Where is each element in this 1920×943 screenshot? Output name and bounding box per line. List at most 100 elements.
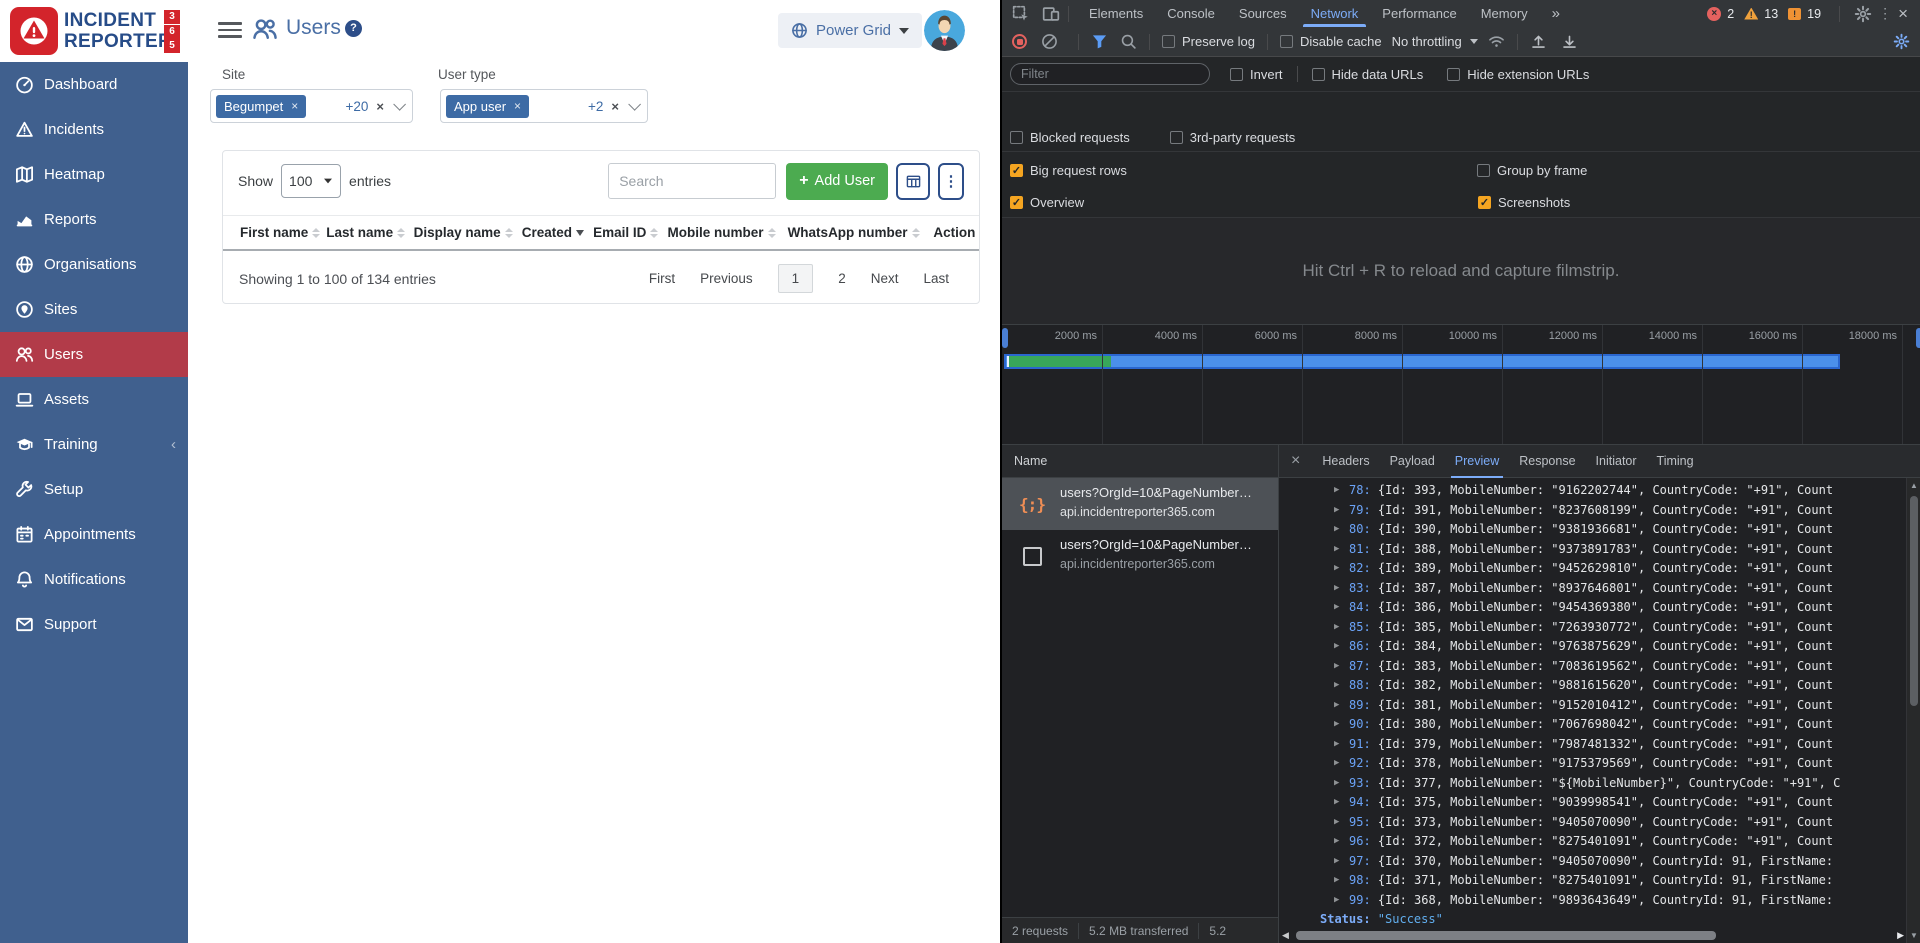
- page-2[interactable]: 2: [838, 271, 846, 286]
- sidebar-item-users[interactable]: Users: [0, 332, 188, 377]
- sidebar-item-setup[interactable]: Setup: [0, 467, 188, 512]
- expand-triangle-icon[interactable]: ▶: [1334, 481, 1339, 501]
- error-icon[interactable]: ×: [1707, 7, 1721, 21]
- export-har-icon[interactable]: [1561, 33, 1578, 50]
- sidebar-item-heatmap[interactable]: Heatmap: [0, 152, 188, 197]
- expand-triangle-icon[interactable]: ▶: [1334, 774, 1339, 794]
- org-selector-button[interactable]: Power Grid: [778, 13, 922, 48]
- usertype-clear-icon[interactable]: ×: [611, 99, 619, 114]
- kebab-menu-icon[interactable]: ⋮: [1878, 5, 1888, 23]
- column-header-email-id[interactable]: Email ID: [593, 225, 667, 240]
- network-filter-input[interactable]: [1010, 63, 1210, 85]
- expand-triangle-icon[interactable]: ▶: [1334, 696, 1339, 716]
- app-logo[interactable]: INCIDENT REPORTER 365: [0, 0, 188, 62]
- expand-triangle-icon[interactable]: ▶: [1334, 754, 1339, 774]
- checkbox[interactable]: [1170, 131, 1183, 144]
- expand-triangle-icon[interactable]: ▶: [1334, 559, 1339, 579]
- avatar[interactable]: [924, 10, 965, 51]
- big-request-rows-checkbox[interactable]: ✓Big request rows: [1010, 163, 1127, 178]
- usertype-filter-select[interactable]: App user× +2 ×: [440, 89, 648, 123]
- request-row[interactable]: users?OrgId=10&PageNumber…api.incidentre…: [1002, 530, 1278, 582]
- record-network-log-icon[interactable]: [1012, 34, 1027, 49]
- checkbox[interactable]: [1280, 35, 1293, 48]
- warning-icon[interactable]: !: [1744, 8, 1758, 20]
- detail-tab-timing[interactable]: Timing: [1647, 445, 1704, 478]
- checkbox[interactable]: [1312, 68, 1325, 81]
- site-clear-icon[interactable]: ×: [376, 99, 384, 114]
- devtools-tab-network[interactable]: Network: [1299, 0, 1371, 27]
- detail-tab-preview[interactable]: Preview: [1445, 445, 1509, 478]
- column-header-first-name[interactable]: First name: [240, 225, 326, 240]
- name-column-header[interactable]: Name: [1002, 445, 1279, 477]
- expand-triangle-icon[interactable]: ▶: [1334, 520, 1339, 540]
- json-array-item[interactable]: ▶79: {Id: 391, MobileNumber: "8237608199…: [1279, 501, 1906, 521]
- detail-tab-headers[interactable]: Headers: [1312, 445, 1379, 478]
- usertype-chip[interactable]: App user×: [446, 95, 529, 118]
- sidebar-item-training[interactable]: Training‹: [0, 422, 188, 467]
- hide-extension-urls-checkbox[interactable]: Hide extension URLs: [1447, 67, 1589, 82]
- expand-triangle-icon[interactable]: ▶: [1334, 501, 1339, 521]
- overview-left-handle[interactable]: [1002, 328, 1008, 348]
- page-first[interactable]: First: [649, 271, 675, 286]
- column-visibility-button[interactable]: [896, 163, 930, 200]
- sidebar-item-dashboard[interactable]: Dashboard: [0, 62, 188, 107]
- expand-triangle-icon[interactable]: ▶: [1334, 579, 1339, 599]
- json-array-item[interactable]: ▶80: {Id: 390, MobileNumber: "9381936681…: [1279, 520, 1906, 540]
- preserve-log-checkbox[interactable]: Preserve log: [1162, 34, 1255, 49]
- json-array-item[interactable]: ▶98: {Id: 371, MobileNumber: "8275401091…: [1279, 871, 1906, 891]
- expand-triangle-icon[interactable]: ▶: [1334, 540, 1339, 560]
- json-array-item[interactable]: ▶84: {Id: 386, MobileNumber: "9454369380…: [1279, 598, 1906, 618]
- expand-triangle-icon[interactable]: ▶: [1334, 735, 1339, 755]
- import-har-icon[interactable]: [1530, 33, 1547, 50]
- checkbox[interactable]: ✓: [1010, 196, 1023, 209]
- disable-cache-checkbox[interactable]: Disable cache: [1280, 34, 1382, 49]
- expand-triangle-icon[interactable]: ▶: [1334, 598, 1339, 618]
- invert-checkbox[interactable]: Invert: [1230, 67, 1283, 82]
- devtools-tab-sources[interactable]: Sources: [1227, 0, 1299, 27]
- group-by-frame-checkbox[interactable]: Group by frame: [1477, 163, 1587, 178]
- search-input[interactable]: [608, 163, 776, 199]
- sidebar-item-organisations[interactable]: Organisations: [0, 242, 188, 287]
- scroll-left-icon[interactable]: ◀: [1282, 930, 1289, 941]
- json-array-item[interactable]: ▶89: {Id: 381, MobileNumber: "9152010412…: [1279, 696, 1906, 716]
- settings-gear-icon[interactable]: [1854, 5, 1872, 23]
- column-header-last-name[interactable]: Last name: [326, 225, 413, 240]
- json-array-item[interactable]: ▶87: {Id: 383, MobileNumber: "7083619562…: [1279, 657, 1906, 677]
- close-devtools-icon[interactable]: ×: [1894, 4, 1912, 24]
- page-last[interactable]: Last: [923, 271, 949, 286]
- json-array-item[interactable]: ▶91: {Id: 379, MobileNumber: "7987481332…: [1279, 735, 1906, 755]
- sidebar-item-support[interactable]: Support: [0, 602, 188, 647]
- chip-remove-icon[interactable]: ×: [514, 99, 521, 113]
- json-array-item[interactable]: ▶90: {Id: 380, MobileNumber: "7067698042…: [1279, 715, 1906, 735]
- network-settings-gear-icon[interactable]: [1893, 33, 1910, 50]
- checkbox[interactable]: [1447, 68, 1460, 81]
- expand-triangle-icon[interactable]: ▶: [1334, 871, 1339, 891]
- checkbox[interactable]: [1010, 131, 1023, 144]
- scroll-right-icon[interactable]: ▶: [1897, 930, 1904, 941]
- sidebar-item-assets[interactable]: Assets: [0, 377, 188, 422]
- third-party-requests-checkbox[interactable]: 3rd-party requests: [1170, 130, 1296, 145]
- json-array-item[interactable]: ▶99: {Id: 368, MobileNumber: "9893643649…: [1279, 891, 1906, 911]
- page-1[interactable]: 1: [778, 264, 814, 293]
- chip-remove-icon[interactable]: ×: [291, 99, 298, 113]
- json-array-item[interactable]: ▶88: {Id: 382, MobileNumber: "9881615620…: [1279, 676, 1906, 696]
- vertical-scrollbar[interactable]: ▲ ▼: [1906, 478, 1920, 943]
- hide-data-urls-checkbox[interactable]: Hide data URLs: [1312, 67, 1424, 82]
- throttling-select[interactable]: No throttling: [1392, 34, 1478, 49]
- json-array-item[interactable]: ▶97: {Id: 370, MobileNumber: "9405070090…: [1279, 852, 1906, 872]
- hamburger-menu-icon[interactable]: [218, 22, 242, 40]
- clear-network-log-icon[interactable]: [1041, 33, 1058, 50]
- search-icon[interactable]: [1120, 33, 1137, 50]
- detail-tab-payload[interactable]: Payload: [1380, 445, 1445, 478]
- scrollbar-thumb[interactable]: [1296, 931, 1716, 940]
- json-array-item[interactable]: ▶93: {Id: 377, MobileNumber: "${MobileNu…: [1279, 774, 1906, 794]
- issues-count[interactable]: 19: [1807, 7, 1821, 21]
- add-user-button[interactable]: + Add User: [786, 163, 888, 200]
- sidebar-item-incidents[interactable]: Incidents: [0, 107, 188, 152]
- expand-triangle-icon[interactable]: ▶: [1334, 637, 1339, 657]
- network-conditions-icon[interactable]: [1488, 33, 1505, 50]
- blocked-requests-checkbox[interactable]: Blocked requests: [1010, 130, 1130, 145]
- expand-triangle-icon[interactable]: ▶: [1334, 657, 1339, 677]
- error-count[interactable]: 2: [1727, 7, 1734, 21]
- json-array-item[interactable]: ▶81: {Id: 388, MobileNumber: "9373891783…: [1279, 540, 1906, 560]
